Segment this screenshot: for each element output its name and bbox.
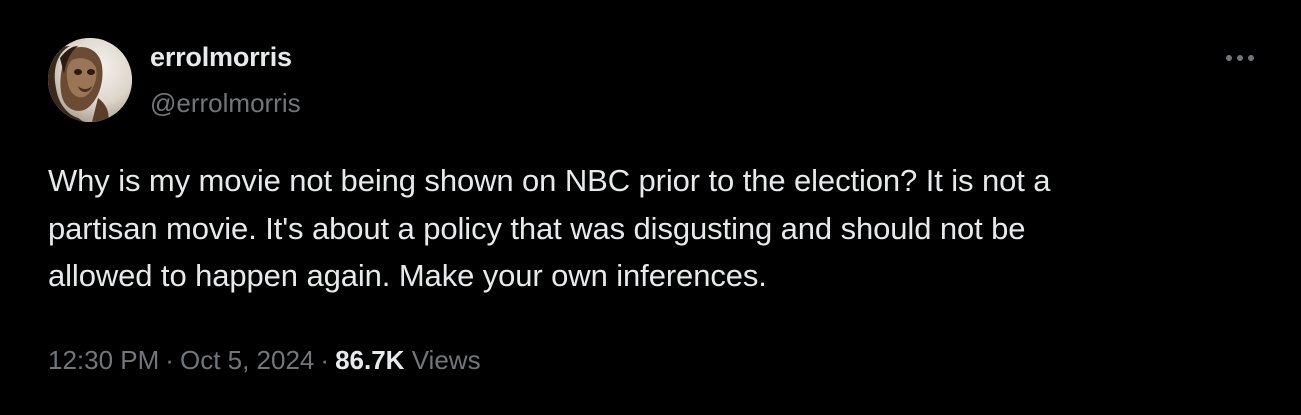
tweet-card: errolmorris @errolmorris Why is my movie…	[0, 0, 1301, 415]
views-label: Views	[411, 345, 481, 375]
more-options-button[interactable]	[1222, 46, 1258, 70]
display-name[interactable]: errolmorris	[150, 40, 301, 74]
meta-separator: ·	[165, 345, 174, 375]
tweet-text: Why is my movie not being shown on NBC p…	[48, 163, 1051, 293]
avatar-image	[48, 38, 132, 122]
more-horizontal-icon	[1226, 55, 1254, 61]
user-handle[interactable]: @errolmorris	[150, 86, 301, 120]
views-count: 86.7K	[335, 345, 405, 375]
tweet-time[interactable]: 12:30 PM	[48, 345, 159, 375]
author-block: errolmorris @errolmorris	[150, 40, 301, 120]
tweet-meta: 12:30 PM · Oct 5, 2024 · 86.7K Views	[48, 343, 481, 377]
meta-separator: ·	[320, 345, 330, 375]
tweet-date[interactable]: Oct 5, 2024	[180, 345, 314, 375]
avatar[interactable]	[48, 38, 132, 122]
